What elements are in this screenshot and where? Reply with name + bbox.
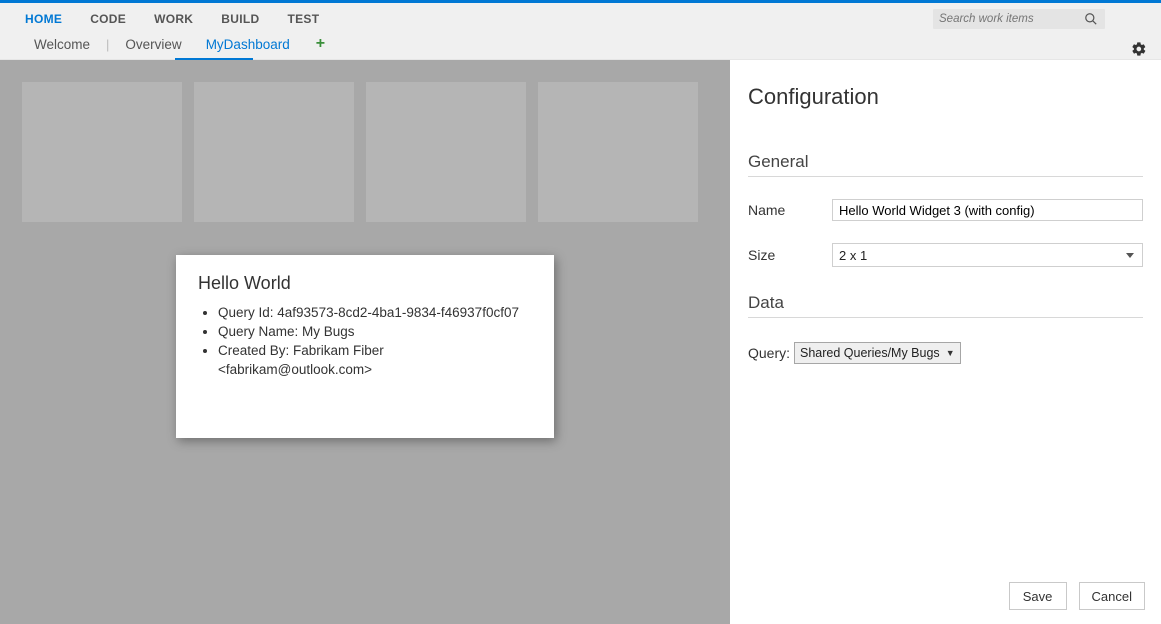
placeholder-tile[interactable] [194,82,354,222]
nav-test[interactable]: TEST [276,12,330,26]
search-icon[interactable] [1084,12,1099,27]
settings-button[interactable] [1131,41,1147,57]
search-input[interactable] [933,13,1073,25]
select-size[interactable]: 2 x 1 [832,243,1143,267]
header: HOME CODE WORK BUILD TEST Welcome | Over… [0,3,1161,60]
config-title: Configuration [748,84,1143,110]
select-query[interactable]: Shared Queries/My Bugs [794,342,961,364]
nav-work[interactable]: WORK [143,12,204,26]
subnav-welcome[interactable]: Welcome [22,37,102,52]
sub-nav: Welcome | Overview MyDashboard + [0,31,1161,57]
select-query-value: Shared Queries/My Bugs [800,346,940,360]
content: Hello World Query Id: 4af93573-8cd2-4ba1… [0,60,1161,624]
widget-title: Hello World [198,273,532,294]
subnav-mydashboard[interactable]: MyDashboard [194,37,302,52]
label-name: Name [748,202,832,218]
add-dashboard-button[interactable]: + [316,36,325,52]
widget-list: Query Id: 4af93573-8cd2-4ba1-9834-f46937… [198,304,532,380]
nav-home[interactable]: HOME [14,12,73,26]
widget-list-item: Query Name: My Bugs [218,323,532,342]
section-general: General [748,152,1143,177]
label-size: Size [748,247,832,263]
nav-code[interactable]: CODE [79,12,137,26]
row-name: Name [748,199,1143,221]
input-name[interactable] [832,199,1143,221]
placeholder-tile[interactable] [366,82,526,222]
configuration-panel: Configuration General Name Size 2 x 1 Da… [730,60,1161,624]
label-query: Query: [748,345,790,361]
gear-icon [1131,41,1147,57]
section-data: Data [748,293,1143,318]
subnav-separator: | [106,37,109,52]
subnav-overview[interactable]: Overview [113,37,193,52]
dashboard-canvas: Hello World Query Id: 4af93573-8cd2-4ba1… [0,60,730,624]
button-bar: Save Cancel [1009,582,1145,610]
search-container [933,9,1105,29]
widget-list-item: Created By: Fabrikam Fiber <fabrikam@out… [218,342,532,380]
placeholder-tile[interactable] [22,82,182,222]
hello-world-widget[interactable]: Hello World Query Id: 4af93573-8cd2-4ba1… [176,255,554,438]
row-query: Query: Shared Queries/My Bugs [748,342,1143,364]
row-size: Size 2 x 1 [748,243,1143,267]
cancel-button[interactable]: Cancel [1079,582,1145,610]
select-size-value: 2 x 1 [839,248,867,263]
widget-list-item: Query Id: 4af93573-8cd2-4ba1-9834-f46937… [218,304,532,323]
placeholder-tile[interactable] [538,82,698,222]
placeholder-row [22,82,698,222]
save-button[interactable]: Save [1009,582,1067,610]
nav-build[interactable]: BUILD [210,12,270,26]
